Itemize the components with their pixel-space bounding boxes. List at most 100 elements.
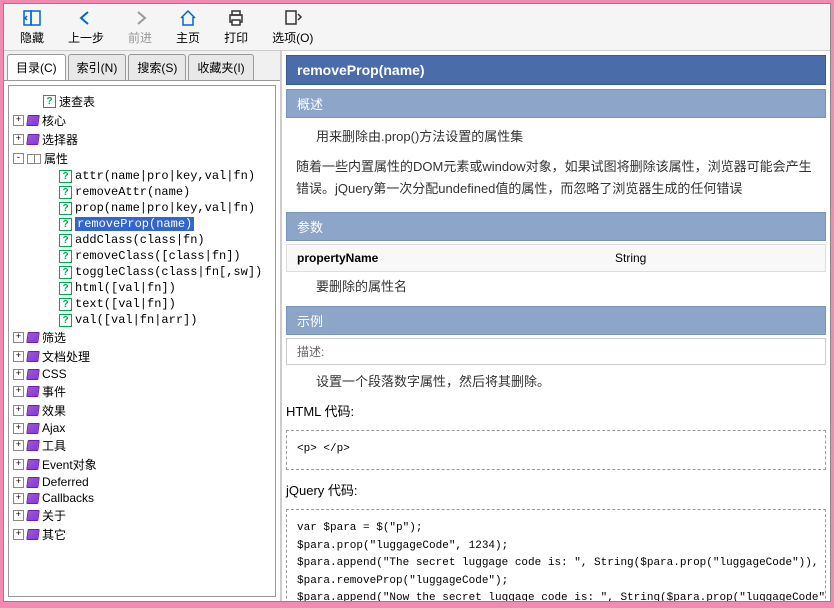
tree-label[interactable]: 文档处理 xyxy=(42,348,90,365)
open-book-icon xyxy=(27,154,41,164)
tab[interactable]: 搜索(S) xyxy=(128,54,186,80)
tree-item[interactable]: - 属性 xyxy=(13,149,271,168)
tree-label[interactable]: 筛选 xyxy=(42,329,66,346)
book-icon xyxy=(26,510,40,521)
tree-item[interactable]: ?addClass(class|fn) xyxy=(13,232,271,248)
tree-label[interactable]: val([val|fn|arr]) xyxy=(75,313,197,327)
tree-label[interactable]: toggleClass(class|fn[,sw]) xyxy=(75,265,262,279)
toc-tree[interactable]: ?速查表+核心+选择器-属性?attr(name|pro|key,val|fn)… xyxy=(8,85,276,597)
expander[interactable]: + xyxy=(13,477,24,488)
tree-label[interactable]: addClass(class|fn) xyxy=(75,233,205,247)
back-button[interactable]: 上一步 xyxy=(56,6,116,48)
expander[interactable]: + xyxy=(13,423,24,434)
expander[interactable]: + xyxy=(13,351,24,362)
tree-item[interactable]: + Callbacks xyxy=(13,490,271,506)
help-topic-icon: ? xyxy=(59,170,72,183)
tree-label[interactable]: prop(name|pro|key,val|fn) xyxy=(75,201,255,215)
tree-label[interactable]: 属性 xyxy=(44,150,68,167)
tree-label[interactable]: CSS xyxy=(42,367,67,381)
toolbar-label: 上一步 xyxy=(68,29,104,46)
tree-label[interactable]: Ajax xyxy=(42,421,65,435)
expander[interactable]: - xyxy=(13,153,24,164)
expander[interactable]: + xyxy=(13,493,24,504)
jquery-code-block: var $para = $("p"); $para.prop("luggageC… xyxy=(286,509,826,601)
doc-title: removeProp(name) xyxy=(286,55,826,85)
expander[interactable]: + xyxy=(13,440,24,451)
expander-none xyxy=(45,283,56,294)
tree-label[interactable]: removeClass([class|fn]) xyxy=(75,249,241,263)
tree-item[interactable]: ?text([val|fn]) xyxy=(13,296,271,312)
tree-label[interactable]: Callbacks xyxy=(42,491,94,505)
book-icon xyxy=(26,134,40,145)
tree-label[interactable]: 选择器 xyxy=(42,131,78,148)
param-desc: 要删除的属性名 xyxy=(286,272,826,302)
tree-item[interactable]: + 其它 xyxy=(13,525,271,544)
tree-item[interactable]: ?removeClass([class|fn]) xyxy=(13,248,271,264)
tree-label[interactable]: 关于 xyxy=(42,507,66,524)
expander[interactable]: + xyxy=(13,459,24,470)
expander[interactable]: + xyxy=(13,529,24,540)
tree-item[interactable]: + 工具 xyxy=(13,436,271,455)
tree-item[interactable]: ?prop(name|pro|key,val|fn) xyxy=(13,200,271,216)
expander-none xyxy=(45,299,56,310)
help-window: 隐藏 上一步前进主页打印选项(O) 目录(C)索引(N)搜索(S)收藏夹(I) ?… xyxy=(3,3,831,602)
home-button[interactable]: 主页 xyxy=(164,6,212,48)
expander[interactable]: + xyxy=(13,115,24,126)
main-area: 目录(C)索引(N)搜索(S)收藏夹(I) ?速查表+核心+选择器-属性?att… xyxy=(4,51,830,601)
expander[interactable]: + xyxy=(13,405,24,416)
tree-item[interactable]: ?val([val|fn|arr]) xyxy=(13,312,271,328)
tree-label[interactable]: 核心 xyxy=(42,112,66,129)
book-icon xyxy=(26,493,40,504)
expander[interactable]: + xyxy=(13,332,24,343)
tree-item[interactable]: + 文档处理 xyxy=(13,347,271,366)
tree-item[interactable]: + 事件 xyxy=(13,382,271,401)
expander[interactable]: + xyxy=(13,134,24,145)
tree-item[interactable]: ?速查表 xyxy=(13,92,271,111)
tree-label[interactable]: attr(name|pro|key,val|fn) xyxy=(75,169,255,183)
tree-item[interactable]: ?html([val|fn]) xyxy=(13,280,271,296)
tree-item[interactable]: ?removeAttr(name) xyxy=(13,184,271,200)
tree-label[interactable]: Deferred xyxy=(42,475,89,489)
tree-label[interactable]: removeAttr(name) xyxy=(75,185,190,199)
tab[interactable]: 索引(N) xyxy=(68,54,127,80)
tab[interactable]: 收藏夹(I) xyxy=(188,54,253,80)
expander[interactable]: + xyxy=(13,386,24,397)
tree-label[interactable]: text([val|fn]) xyxy=(75,297,176,311)
help-topic-icon: ? xyxy=(59,266,72,279)
tree-item[interactable]: + 选择器 xyxy=(13,130,271,149)
tree-item[interactable]: + 筛选 xyxy=(13,328,271,347)
options-button[interactable]: 选项(O) xyxy=(260,6,325,48)
tree-label[interactable]: Event对象 xyxy=(42,456,97,473)
toolbar: 隐藏 上一步前进主页打印选项(O) xyxy=(4,4,830,51)
tree-label[interactable]: 效果 xyxy=(42,402,66,419)
tree-item[interactable]: + 关于 xyxy=(13,506,271,525)
example-header: 示例 xyxy=(286,306,826,335)
tree-label[interactable]: 事件 xyxy=(42,383,66,400)
tab[interactable]: 目录(C) xyxy=(7,54,66,80)
toolbar-label: 隐藏 xyxy=(20,29,44,46)
forward-button: 前进 xyxy=(116,6,164,48)
expander-none xyxy=(45,235,56,246)
book-icon xyxy=(26,440,40,451)
tree-item[interactable]: ?removeProp(name) xyxy=(13,216,271,232)
tree-item[interactable]: ?toggleClass(class|fn[,sw]) xyxy=(13,264,271,280)
tree-item[interactable]: + Event对象 xyxy=(13,455,271,474)
expander[interactable]: + xyxy=(13,369,24,380)
tree-label[interactable]: html([val|fn]) xyxy=(75,281,176,295)
tree-item[interactable]: + 效果 xyxy=(13,401,271,420)
print-button[interactable]: 打印 xyxy=(212,6,260,48)
tree-item[interactable]: + 核心 xyxy=(13,111,271,130)
tree-item[interactable]: + CSS xyxy=(13,366,271,382)
tree-item[interactable]: + Deferred xyxy=(13,474,271,490)
tree-label[interactable]: removeProp(name) xyxy=(75,217,194,231)
nav-pane: 目录(C)索引(N)搜索(S)收藏夹(I) ?速查表+核心+选择器-属性?att… xyxy=(4,51,282,601)
content-pane[interactable]: removeProp(name) 概述 用来删除由.prop()方法设置的属性集… xyxy=(282,51,830,601)
tree-label[interactable]: 工具 xyxy=(42,437,66,454)
tree-item[interactable]: + Ajax xyxy=(13,420,271,436)
tree-label[interactable]: 速查表 xyxy=(59,93,95,110)
expander[interactable]: + xyxy=(13,510,24,521)
tree-label[interactable]: 其它 xyxy=(42,526,66,543)
hide-button[interactable]: 隐藏 xyxy=(8,6,56,48)
book-icon xyxy=(26,477,40,488)
tree-item[interactable]: ?attr(name|pro|key,val|fn) xyxy=(13,168,271,184)
